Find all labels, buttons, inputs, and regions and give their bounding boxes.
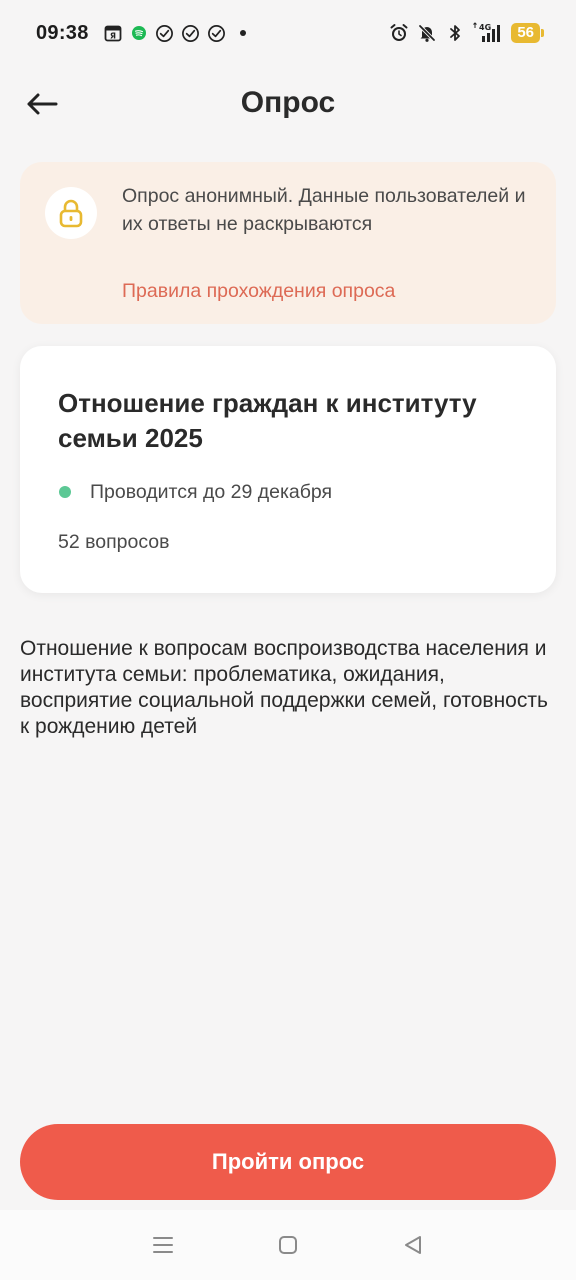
home-square-icon [278, 1236, 297, 1254]
notice-text: Опрос анонимный. Данные пользователей и … [122, 185, 526, 235]
survey-deadline: Проводится до 29 декабря [90, 481, 333, 503]
active-status-dot [59, 486, 71, 498]
app-header: Опрос [0, 66, 576, 144]
bell-off-icon [417, 23, 437, 43]
calendar-app-icon: Я [103, 23, 123, 43]
svg-text:Я: Я [110, 32, 116, 41]
status-bar: 09:38 Я 4G 56 [0, 0, 576, 66]
menu-icon [152, 1237, 173, 1253]
spotify-app-icon [129, 23, 149, 43]
home-nav-button[interactable] [268, 1225, 308, 1265]
alarm-icon [389, 23, 409, 43]
lock-icon [59, 199, 83, 228]
bluetooth-icon [445, 23, 465, 43]
question-count: 52 вопросов [58, 531, 170, 553]
status-time: 09:38 [36, 21, 89, 44]
system-status-icons: 4G 56 [389, 22, 544, 43]
notification-icons: Я [103, 23, 253, 43]
survey-rules-link[interactable]: Правила прохождения опроса [122, 280, 395, 303]
check-circle-icon [181, 23, 201, 43]
screen: 09:38 Я 4G 56 Опрос Опрос анонимный. Дан… [0, 0, 576, 1280]
check-circle-icon [207, 23, 227, 43]
svg-text:4G: 4G [479, 23, 491, 32]
survey-description: Отношение к вопросам воспроизводства нас… [20, 637, 548, 738]
survey-card: Отношение граждан к институту семьи 2025… [20, 346, 556, 593]
page-title: Опрос [240, 86, 336, 119]
battery-indicator: 56 [511, 23, 544, 43]
more-notifications-dot-icon [233, 23, 253, 43]
menu-nav-button[interactable] [143, 1225, 183, 1265]
mobile-signal-icon: 4G [473, 22, 503, 43]
back-triangle-icon [405, 1236, 422, 1254]
check-circle-icon [155, 23, 175, 43]
anonymity-notice: Опрос анонимный. Данные пользователей и … [20, 162, 556, 324]
system-nav-bar [0, 1210, 576, 1280]
survey-title: Отношение граждан к институту семьи 2025 [58, 388, 477, 453]
back-nav-button[interactable] [393, 1225, 433, 1265]
start-survey-button[interactable]: Пройти опрос [20, 1124, 556, 1200]
lock-badge [45, 187, 97, 239]
